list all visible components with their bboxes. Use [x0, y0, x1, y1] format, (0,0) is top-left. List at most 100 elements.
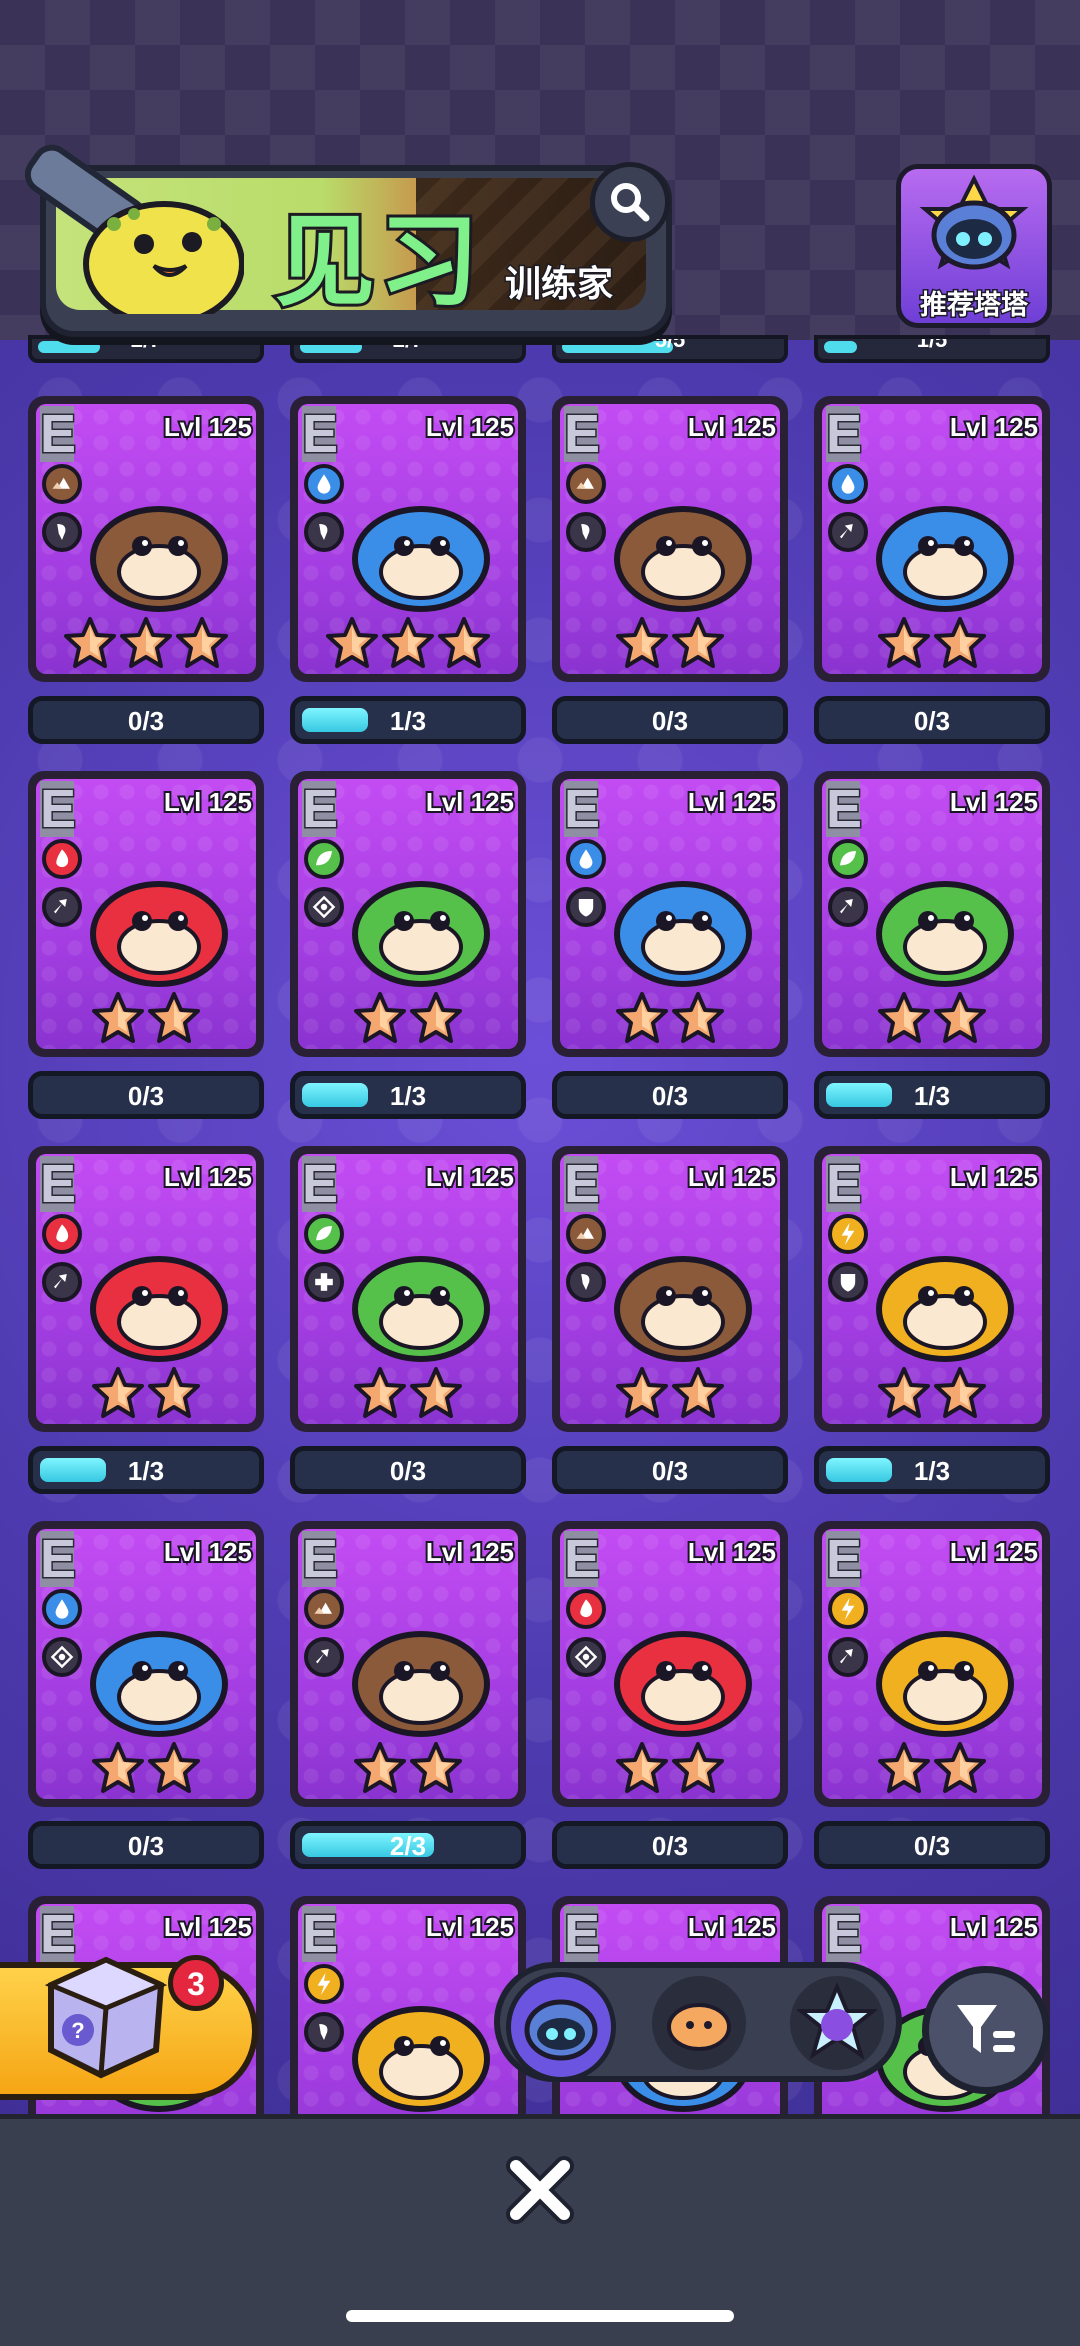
star-icon: [878, 617, 930, 668]
star-rating: [298, 1366, 518, 1420]
rarity-tag: E: [301, 1154, 340, 1214]
star-icon: [382, 617, 434, 668]
progress-text: 5/5: [654, 335, 686, 352]
grass-type-icon: [309, 1219, 339, 1249]
seal-creature-icon: [614, 506, 752, 612]
creature-portrait: [860, 1599, 1030, 1739]
progress-text: 0/3: [127, 706, 165, 736]
card-art: E Lvl 125: [822, 404, 1042, 674]
rarity-tag: E: [563, 780, 602, 839]
rarity-tag: E: [825, 779, 864, 839]
electric-type-icon: [833, 1219, 863, 1249]
pet-card[interactable]: E Lvl 125: [814, 396, 1050, 682]
creature-portrait: [74, 1224, 244, 1364]
pet-card[interactable]: E Lvl 125: [28, 1146, 264, 1432]
card-art: E Lvl 125: [36, 1529, 256, 1799]
star-icon: [354, 1742, 406, 1793]
pet-card[interactable]: E Lvl 125: [814, 1146, 1050, 1432]
pet-card[interactable]: E Lvl 125: [552, 1146, 788, 1432]
shard-progress-bar: 1/3: [814, 1071, 1050, 1119]
partial-progress-bar: 2/7: [290, 335, 526, 363]
star-icon: [92, 1742, 144, 1793]
search-icon: [611, 183, 650, 222]
pet-card[interactable]: E Lvl 125: [290, 771, 526, 1057]
pet-card[interactable]: E Lvl 125: [552, 396, 788, 682]
page-subtitle: 训练家: [503, 262, 614, 306]
level-label: Lvl 125: [686, 1160, 778, 1194]
fox-creature-icon: [90, 881, 228, 987]
recommend-tower-button[interactable]: 推荐塔塔: [896, 164, 1052, 328]
progress-text: 0/3: [651, 706, 689, 736]
card-art: E Lvl 125: [560, 779, 780, 1049]
tab-robot-cat[interactable]: [506, 1972, 616, 2082]
creature-portrait: [598, 849, 768, 989]
star-rating: [298, 616, 518, 670]
tab-bread-bear[interactable]: [652, 1976, 746, 2070]
level-label: Lvl 125: [948, 1535, 1040, 1569]
pet-card[interactable]: E Lvl 125: [28, 396, 264, 682]
element-badge: [566, 1214, 606, 1254]
pet-card[interactable]: E Lvl 125: [290, 1521, 526, 1807]
rarity-letter: E: [563, 1154, 602, 1214]
star-icon: [148, 992, 200, 1043]
creature-portrait: [336, 1224, 506, 1364]
role-badge: [828, 1637, 868, 1677]
role-badge: [828, 512, 868, 552]
melee-role-icon: [316, 1649, 329, 1664]
star-icon: [148, 1367, 200, 1418]
role-badge: [566, 887, 606, 927]
tab-star-cat[interactable]: [790, 1976, 884, 2070]
rarity-letter: E: [563, 404, 602, 464]
pet-card[interactable]: E Lvl 125: [814, 1521, 1050, 1807]
search-button[interactable]: [590, 162, 670, 242]
progress-text: 0/3: [651, 1081, 689, 1111]
star-rating: [298, 1741, 518, 1795]
fire-type-icon: [571, 1594, 601, 1624]
pet-card[interactable]: E Lvl 125: [814, 771, 1050, 1057]
robot-cat-tab-icon: [524, 1999, 598, 2061]
pet-card[interactable]: E Lvl 125: [28, 1521, 264, 1807]
star-icon: [120, 617, 172, 668]
pet-card[interactable]: E Lvl 125: [28, 771, 264, 1057]
rarity-tag: E: [825, 1529, 864, 1589]
creature-portrait: [860, 849, 1030, 989]
pet-card[interactable]: E Lvl 125: [552, 1521, 788, 1807]
star-icon: [616, 1742, 668, 1793]
star-rating: [560, 1741, 780, 1795]
star-icon: [410, 1742, 462, 1793]
shard-progress-bar: 0/3: [28, 696, 264, 744]
element-badge: [42, 464, 82, 504]
star-icon: [934, 992, 986, 1043]
rarity-tag: E: [825, 405, 864, 464]
filter-button[interactable]: [922, 1966, 1050, 2094]
card-art: E Lvl 125: [298, 1529, 518, 1799]
rarity-letter: E: [563, 1904, 602, 1964]
pet-card[interactable]: E Lvl 125: [290, 396, 526, 682]
partial-progress-bar: 1/5: [814, 335, 1050, 363]
level-label: Lvl 125: [948, 785, 1040, 819]
close-icon[interactable]: [500, 2150, 580, 2230]
rarity-letter: E: [39, 1154, 78, 1214]
pet-card[interactable]: E Lvl 125: [552, 771, 788, 1057]
seal-ball-creature-icon: [876, 506, 1014, 612]
star-rating: [36, 1741, 256, 1795]
pet-card[interactable]: E Lvl 125: [290, 1146, 526, 1432]
star-rating: [822, 616, 1042, 670]
rarity-letter: E: [825, 1904, 864, 1964]
star-icon: [934, 1367, 986, 1418]
role-badge: [42, 512, 82, 552]
rarity-letter: E: [825, 1529, 864, 1589]
creature-portrait: [860, 474, 1030, 614]
star-icon: [878, 1742, 930, 1793]
rarity-letter: E: [825, 779, 864, 839]
rarity-tag: E: [825, 1155, 864, 1214]
filter-icon: [957, 2005, 1015, 2053]
creature-portrait: [336, 474, 506, 614]
bird-creature-icon: [90, 1256, 228, 1362]
earth-type-icon: [47, 469, 77, 499]
rarity-letter: E: [301, 1154, 340, 1214]
level-label: Lvl 125: [686, 410, 778, 444]
role-badge: [566, 1262, 606, 1302]
progress-text: 1/3: [389, 706, 427, 736]
page-title: 见习: [272, 203, 483, 321]
